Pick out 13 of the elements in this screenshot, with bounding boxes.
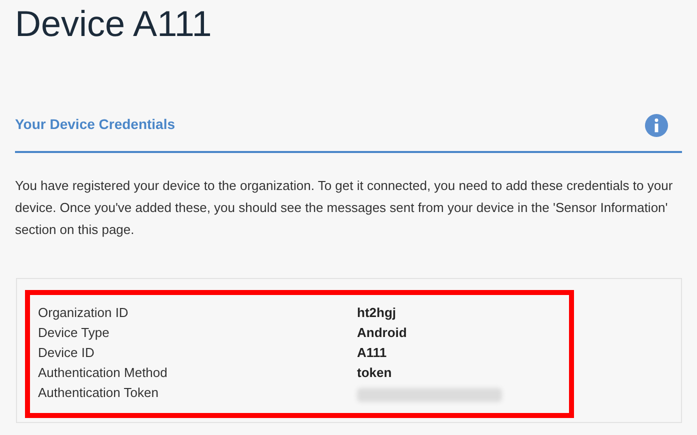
section-heading: Your Device Credentials (15, 115, 176, 134)
section-description: You have registered your device to the organization. To get it connected, you need to add these credentials to your device. Once you've added these, you should see the messages sent from your device in the 'Sensor Information' section on this page. (15, 177, 674, 239)
credential-value: token (357, 364, 392, 382)
page-title: Device A111 (15, 2, 213, 46)
credential-value: ht2hgj (357, 304, 396, 322)
credential-label: Authentication Token (38, 384, 160, 402)
credential-label: Device ID (38, 344, 96, 362)
credential-value: A111 (357, 344, 387, 362)
credential-label: Device Type (38, 324, 110, 342)
credential-label: Authentication Method (38, 364, 168, 382)
info-icon[interactable] (645, 114, 668, 137)
credential-label: Organization ID (38, 304, 130, 322)
credential-value: Android (357, 324, 407, 342)
